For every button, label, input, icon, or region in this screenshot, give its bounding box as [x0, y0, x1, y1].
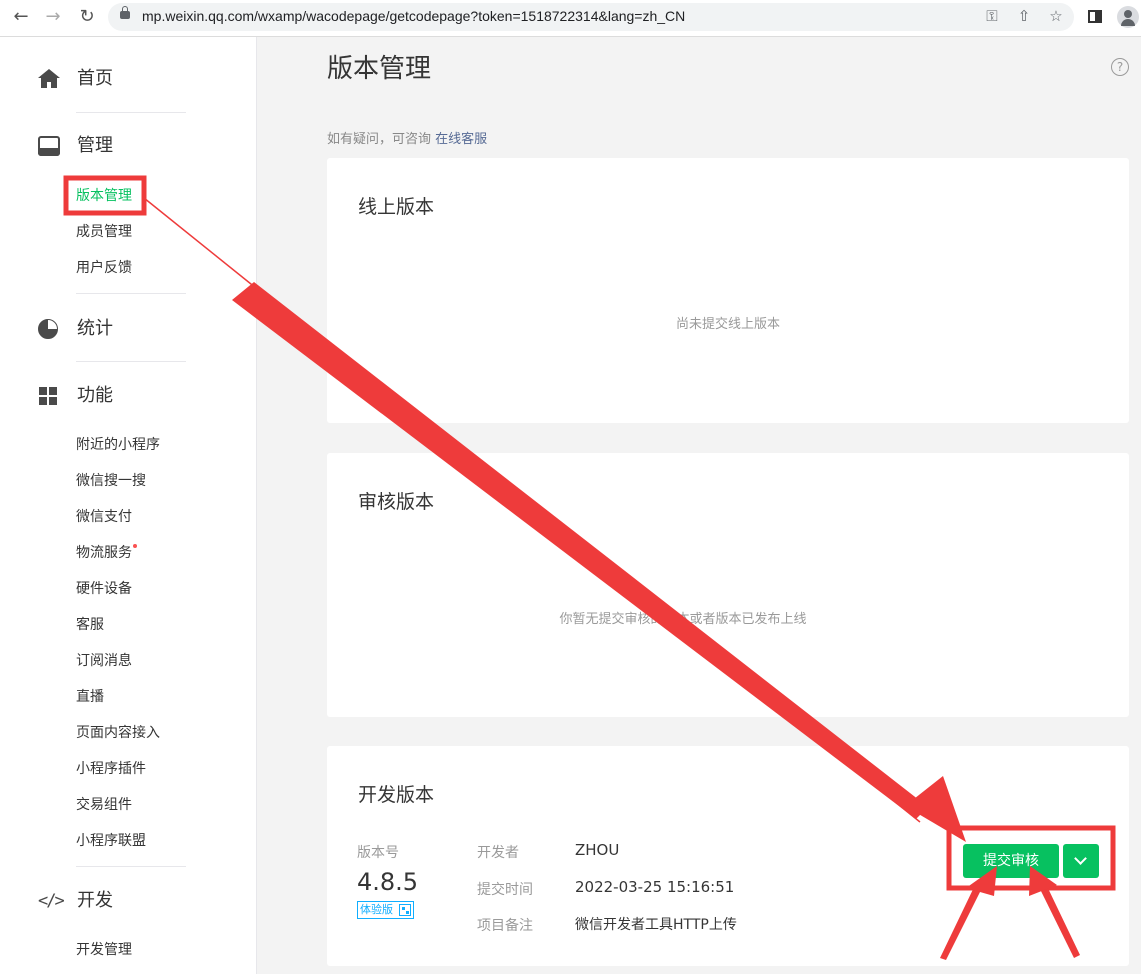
submit-review-button[interactable]: 提交审核 — [963, 844, 1059, 878]
key-icon[interactable]: ⚿ — [982, 7, 1002, 25]
sidebar-item-nearby-miniprogram[interactable]: 附近的小程序 — [76, 436, 160, 454]
review-version-card: 审核版本 你暂无提交审核的版本或者版本已发布上线 — [327, 453, 1129, 717]
card-title: 线上版本 — [358, 196, 435, 218]
sidebar-item-page-content[interactable]: 页面内容接入 — [76, 724, 160, 742]
profile-icon[interactable] — [1117, 6, 1139, 28]
code-icon: </> — [38, 891, 65, 911]
grid-icon — [38, 386, 60, 406]
sidebar-item-member-management[interactable]: 成员管理 — [76, 223, 132, 241]
sidebar-item-trade-component[interactable]: 交易组件 — [76, 796, 132, 814]
sidebar-group-label[interactable]: 首页 — [77, 67, 113, 91]
help-icon[interactable]: ? — [1111, 58, 1129, 76]
url-text[interactable]: mp.weixin.qq.com/wxamp/wacodepage/getcod… — [142, 8, 685, 24]
developer-value: ZHOU — [575, 841, 620, 859]
sidebar-item-customer-service[interactable]: 客服 — [76, 616, 104, 634]
sidebar-item-version-management[interactable]: 版本管理 — [76, 187, 132, 205]
sidebar-item-user-feedback[interactable]: 用户反馈 — [76, 259, 132, 277]
sidebar-group-label: 开发 — [77, 890, 113, 911]
sidebar-group-label: 管理 — [77, 135, 113, 156]
chevron-down-icon — [1074, 852, 1087, 865]
sidebar-group-label: 功能 — [77, 385, 113, 406]
divider — [76, 361, 186, 362]
divider — [76, 866, 186, 867]
sidebar-item-subscription[interactable]: 订阅消息 — [76, 652, 132, 670]
online-version-card: 线上版本 尚未提交线上版本 — [327, 158, 1129, 423]
inbox-icon — [38, 136, 60, 156]
sidebar-item-hardware[interactable]: 硬件设备 — [76, 580, 132, 598]
page-title: 版本管理 — [327, 54, 432, 84]
empty-state: 尚未提交线上版本 — [675, 317, 780, 332]
submit-time-value: 2022-03-25 15:16:51 — [575, 878, 735, 896]
card-title: 审核版本 — [358, 491, 435, 513]
reload-icon[interactable]: ↻ — [76, 6, 98, 28]
submit-time-label: 提交时间 — [477, 882, 533, 898]
sidebar-item-union[interactable]: 小程序联盟 — [76, 832, 146, 850]
back-icon[interactable]: ← — [10, 6, 32, 28]
side-panel-icon[interactable] — [1088, 10, 1102, 23]
version-number-label: 版本号 — [357, 845, 399, 861]
hint-prefix: 如有疑问，可咨询 — [327, 132, 432, 147]
sidebar-group-label[interactable]: 统计 — [77, 317, 113, 341]
browser-toolbar: ← → ↻ mp.weixin.qq.com/wxamp/wacodepage/… — [0, 0, 1141, 37]
dev-version-card: 开发版本 版本号 4.8.5 体验版 开发者 ZHOU 提交时间 2022-03… — [327, 746, 1129, 966]
share-icon[interactable]: ⇧ — [1014, 7, 1034, 25]
sidebar-item-wechat-pay[interactable]: 微信支付 — [76, 508, 132, 526]
pie-chart-icon — [38, 319, 58, 339]
empty-state: 你暂无提交审核的版本或者版本已发布上线 — [559, 612, 807, 627]
divider — [76, 293, 186, 294]
card-title: 开发版本 — [358, 784, 435, 806]
sidebar-item-logistics[interactable]: 物流服务 — [76, 544, 137, 562]
sidebar-item-dev-management[interactable]: 开发管理 — [76, 941, 132, 959]
divider — [76, 112, 186, 113]
lock-icon[interactable] — [120, 6, 130, 19]
star-icon[interactable]: ☆ — [1046, 7, 1066, 25]
sidebar-item-plugins[interactable]: 小程序插件 — [76, 760, 146, 778]
sidebar: 首页 管理 版本管理 成员管理 用户反馈 统计 功能 附近的小程序 微信搜一搜 … — [0, 37, 257, 974]
project-note-label: 项目备注 — [477, 918, 533, 934]
sidebar-item-live[interactable]: 直播 — [76, 688, 104, 706]
new-dot-icon — [133, 544, 137, 548]
more-options-button[interactable] — [1063, 844, 1099, 878]
developer-label: 开发者 — [477, 845, 519, 861]
experience-badge[interactable]: 体验版 — [357, 901, 414, 919]
online-service-link[interactable]: 在线客服 — [435, 132, 487, 147]
sidebar-item-wechat-search[interactable]: 微信搜一搜 — [76, 472, 146, 490]
sidebar-item-label: 物流服务 — [76, 545, 132, 561]
home-icon — [38, 69, 60, 89]
qr-code-icon[interactable] — [399, 904, 411, 916]
address-bar[interactable]: mp.weixin.qq.com/wxamp/wacodepage/getcod… — [108, 3, 1074, 31]
project-note-value: 微信开发者工具HTTP上传 — [575, 917, 737, 933]
version-number: 4.8.5 — [357, 868, 419, 896]
forward-icon[interactable]: → — [42, 6, 64, 28]
hint-text: 如有疑问，可咨询 在线客服 — [327, 128, 487, 147]
badge-label: 体验版 — [360, 903, 393, 916]
